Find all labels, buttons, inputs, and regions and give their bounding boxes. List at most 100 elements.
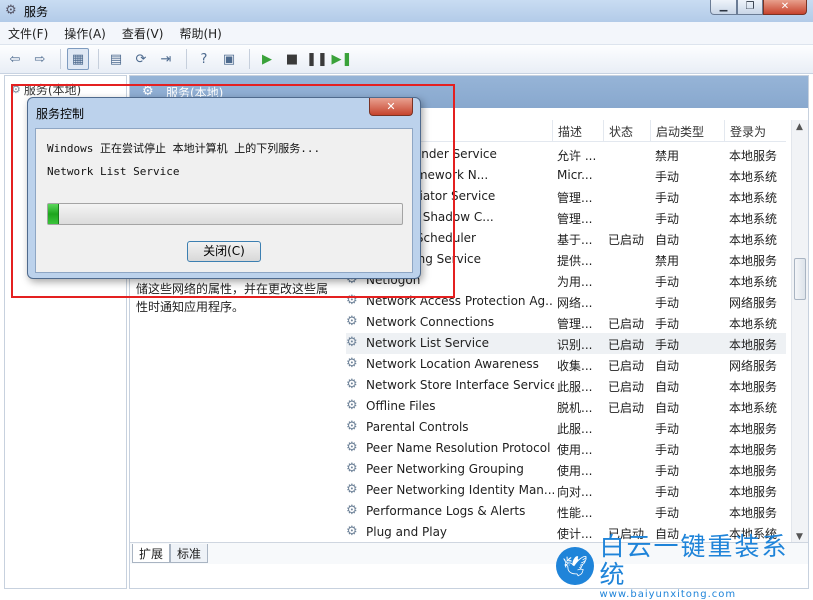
service-description-cell: 管理...: [557, 212, 593, 226]
service-startup-type: 手动: [655, 212, 680, 226]
service-gear-icon: ⚙: [346, 356, 358, 371]
maximize-button[interactable]: ❐: [737, 0, 763, 15]
menu-file[interactable]: 文件(F): [8, 25, 48, 42]
console-icon[interactable]: ▣: [218, 48, 240, 70]
service-logon: 本地服务: [729, 443, 778, 457]
service-startup-type: 手动: [655, 422, 680, 436]
toolbar: ⇦ ⇨ ▦ ▤ ⟳ ⇥ ? ▣ ▶ ■ ❚❚ ▶❚: [0, 45, 813, 74]
scroll-thumb[interactable]: [794, 258, 806, 300]
service-logon: 本地系统: [729, 401, 778, 415]
service-description-cell: Micr...: [557, 168, 593, 182]
service-startup-type: 自动: [655, 233, 680, 247]
table-row[interactable]: ⚙ Offline Files 脱机... 已启动 自动 本地系统: [346, 396, 786, 417]
service-gear-icon: ⚙: [346, 482, 358, 497]
table-row[interactable]: ⚙ Network Connections 管理... 已启动 手动 本地系统: [346, 312, 786, 333]
play-icon[interactable]: ▶: [256, 48, 278, 70]
tree-item-services-local[interactable]: ⚙ 服务(本地): [11, 81, 81, 98]
service-description-cell: 允许 ...: [557, 149, 597, 163]
dialog-close-action-button[interactable]: 关闭(C): [187, 241, 261, 262]
service-gear-icon: ⚙: [346, 377, 358, 392]
forward-icon[interactable]: ⇨: [29, 48, 51, 70]
service-startup-type: 手动: [655, 338, 680, 352]
service-startup-type: 手动: [655, 506, 680, 520]
menu-action[interactable]: 操作(A): [64, 25, 106, 42]
tab-extended[interactable]: 扩展: [132, 544, 171, 563]
dialog-title: 服务控制: [36, 107, 85, 121]
dialog-service-name: Network List Service: [47, 165, 180, 178]
table-row[interactable]: ⚙ Peer Networking Identity Man... 向对... 手动 本…: [346, 480, 786, 501]
tab-standard[interactable]: 标准: [170, 544, 209, 563]
column-header-startup[interactable]: 启动类型: [650, 120, 704, 142]
watermark-name: 白云一键重装系统: [599, 531, 789, 589]
service-name: Network List Service: [366, 336, 490, 350]
column-header-status[interactable]: 状态: [603, 120, 633, 142]
close-button[interactable]: ✕: [763, 0, 807, 15]
service-description-cell: 脱机...: [557, 401, 593, 415]
toolbar-separator: [186, 49, 187, 69]
table-row[interactable]: ⚙ Network Location Awareness 收集... 已启动 自动 网络服…: [346, 354, 786, 375]
service-startup-type: 手动: [655, 464, 680, 478]
table-row[interactable]: ⚙ Peer Networking Grouping 使用... 手动 本地服务: [346, 459, 786, 480]
stop-icon[interactable]: ■: [281, 48, 303, 70]
window-title: 服务: [24, 5, 49, 19]
service-name: Network Connections: [366, 315, 495, 329]
show-tree-icon[interactable]: ▦: [67, 48, 89, 70]
service-name: Network Store Interface Service: [366, 378, 554, 392]
service-status: 已启动: [608, 380, 645, 394]
service-description-cell: 管理...: [557, 317, 593, 331]
refresh-icon[interactable]: ⟳: [130, 48, 152, 70]
export-icon[interactable]: ⇥: [155, 48, 177, 70]
table-row[interactable]: ⚙ Network Store Interface Service 此服... 已启动…: [346, 375, 786, 396]
watermark-url: www.baiyunxitong.com: [599, 588, 737, 600]
service-gear-icon: ⚙: [346, 335, 358, 350]
service-description-cell: 提供...: [557, 254, 593, 268]
table-row[interactable]: ⚙ Network Access Protection Ag... 网络... 手动 网…: [346, 291, 786, 312]
table-row[interactable]: ⚙ Performance Logs & Alerts 性能... 手动 本地服务: [346, 501, 786, 522]
bird-icon: 🕊: [556, 547, 594, 585]
table-row[interactable]: ⚙ Parental Controls 此服... 手动 本地服务: [346, 417, 786, 438]
service-description-cell: 识别...: [557, 338, 593, 352]
restart-icon[interactable]: ▶❚: [331, 48, 353, 70]
service-startup-type: 手动: [655, 485, 680, 499]
progress-fill: [48, 204, 59, 224]
vertical-scrollbar[interactable]: ▲ ▼: [791, 120, 808, 544]
service-description-cell: 此服...: [557, 380, 593, 394]
service-logon: 本地服务: [729, 338, 778, 352]
service-control-dialog: 服务控制 ✕ Windows 正在尝试停止 本地计算机 上的下列服务... Ne…: [27, 97, 421, 279]
description-line: 储这些网络的属性，并在更改这些属: [136, 282, 329, 296]
service-status: 已启动: [608, 359, 645, 373]
menu-view[interactable]: 查看(V): [122, 25, 164, 42]
service-status: 已启动: [608, 338, 645, 352]
service-startup-type: 手动: [655, 191, 680, 205]
help-icon[interactable]: ?: [193, 48, 215, 70]
dialog-close-button[interactable]: ✕: [369, 98, 413, 116]
service-description-cell: 使用...: [557, 464, 593, 478]
service-description: 储这些网络的属性，并在更改这些属 性时通知应用程序。: [136, 280, 336, 316]
service-startup-type: 手动: [655, 296, 680, 310]
table-row[interactable]: ⚙ Peer Name Resolution Protocol 使用... 手动 本地服…: [346, 438, 786, 459]
properties-icon[interactable]: ▤: [105, 48, 127, 70]
gear-icon: ⚙: [11, 83, 21, 96]
service-name: Plug and Play: [366, 525, 448, 539]
service-logon: 本地服务: [729, 485, 778, 499]
dialog-body: Windows 正在尝试停止 本地计算机 上的下列服务... Network L…: [35, 128, 413, 273]
column-header-logon[interactable]: 登录为: [724, 120, 766, 142]
pause-icon[interactable]: ❚❚: [306, 48, 328, 70]
service-name: Network Access Protection Ag...: [366, 294, 554, 308]
service-description-cell: 基于...: [557, 233, 593, 247]
window-controls: ▁ ❐ ✕: [710, 0, 807, 16]
service-description-cell: 网络...: [557, 296, 593, 310]
watermark: 🕊 白云一键重装系统 www.baiyunxitong.com: [556, 532, 813, 600]
service-logon: 本地系统: [729, 170, 778, 184]
menu-help[interactable]: 帮助(H): [179, 25, 221, 42]
service-description-cell: 此服...: [557, 422, 593, 436]
service-startup-type: 禁用: [655, 254, 680, 268]
service-status: 已启动: [608, 317, 645, 331]
back-icon[interactable]: ⇦: [4, 48, 26, 70]
service-description-cell: 性能...: [557, 506, 593, 520]
scroll-up-icon[interactable]: ▲: [796, 122, 803, 132]
column-header-description[interactable]: 描述: [552, 120, 582, 142]
minimize-button[interactable]: ▁: [710, 0, 737, 15]
table-row[interactable]: ⚙ Network List Service 识别... 已启动 手动 本地服务: [346, 333, 786, 354]
service-gear-icon: ⚙: [346, 461, 358, 476]
